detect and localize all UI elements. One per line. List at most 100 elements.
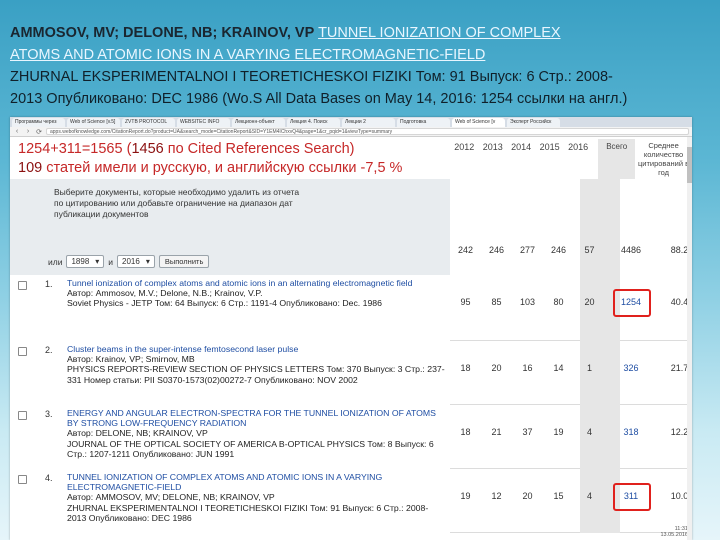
year-count: 4	[586, 491, 592, 501]
average-citations: 40.45	[670, 297, 692, 307]
scrollbar-thumb[interactable]	[687, 147, 692, 183]
year-count: 1	[586, 363, 592, 373]
browser-tabbar: Программы через Web of Science [v.5] ZVT…	[10, 117, 692, 127]
browser-tab[interactable]: Лекция 4. Поиск	[287, 118, 340, 127]
citation-report: 1254+311=1565 (1456 по Cited References …	[10, 137, 692, 540]
record-checkbox[interactable]	[18, 347, 27, 356]
total-year-value: 57	[584, 245, 595, 255]
record-stats: 95 85 103 80 20 1254 40.45	[450, 275, 692, 341]
totals-values: 242 246 277 246 57 4486 88.20	[450, 245, 692, 255]
note-text: 1254+311=1565 (	[18, 141, 132, 157]
browser-tab-active[interactable]: Web of Science [v	[452, 118, 505, 127]
record-values: 19 12 20 15 4 311 10.03	[450, 483, 692, 511]
forward-arrow-icon[interactable]: ›	[24, 128, 32, 135]
record-checkbox[interactable]	[18, 281, 27, 290]
average-citations: 10.03	[670, 491, 692, 501]
browser-tab[interactable]: Лекционн-объект	[232, 118, 285, 127]
record-row: 4. TUNNEL IONIZATION OF COMPLEX ATOMS AN…	[10, 469, 692, 533]
browser-tab[interactable]: Web of Science [v.5]	[67, 118, 120, 127]
year-header: 2014	[511, 142, 532, 152]
browser-tab[interactable]: Эксперт Российск	[507, 118, 560, 127]
browser-tab[interactable]: Лекции 2	[342, 118, 395, 127]
record-number: 1.	[45, 279, 53, 289]
browser-screenshot: Программы через Web of Science [v.5] ZVT…	[10, 117, 692, 540]
browser-tab[interactable]: Программы через	[12, 118, 65, 127]
total-citations-link[interactable]: 318	[611, 427, 651, 437]
year-count: 4	[586, 427, 592, 437]
record-author: Автор: DELONE, NB; KRAINOV, VP	[67, 428, 208, 439]
record-body: Cluster beams in the super-intense femto…	[67, 344, 447, 385]
reload-icon[interactable]: ⟳	[35, 128, 43, 136]
total-citations-link-highlighted[interactable]: 1254	[611, 289, 651, 317]
address-bar: ‹ › ⟳ apps.webofknowledge.com/CitationRe…	[10, 127, 692, 137]
total-column-bg	[580, 405, 620, 469]
record-number: 2.	[45, 345, 53, 355]
note-text: по Cited References Search)	[163, 141, 355, 157]
article-title-link-cont[interactable]: ATOMS AND ATOMIC IONS IN A VARYING ELECT…	[10, 47, 485, 63]
record-title-link[interactable]: Cluster beams in the super-intense femto…	[67, 344, 447, 354]
record-title-link[interactable]: Tunnel ionization of complex atoms and a…	[67, 278, 447, 288]
total-year-value: 242	[457, 245, 474, 255]
journal-line-2: 2013 Опубликовано: DEC 1986 (Wo.S All Da…	[10, 91, 628, 107]
record-stats: 18 21 37 19 4 318 12.23	[450, 405, 692, 469]
year-count: 18	[460, 363, 471, 373]
to-label: и	[108, 256, 114, 267]
note-line-1: 1254+311=1565 (1456 по Cited References …	[18, 140, 450, 159]
clock-date: 13.05.2016	[660, 532, 688, 538]
total-year-value: 246	[488, 245, 505, 255]
date-range-controls: или 1898 ▾ и 2016 ▾ Выполнить	[48, 255, 210, 268]
record-values: 95 85 103 80 20 1254 40.45	[450, 289, 692, 317]
from-label: или	[48, 256, 63, 267]
record-source: ZHURNAL EKSPERIMENTALNOI I TEORETICHESKO…	[67, 502, 429, 523]
year-header: 2013	[482, 142, 503, 152]
record-author: Автор: Ammosov, M.V.; Delone, N.B.; Krai…	[67, 288, 263, 299]
record-info: 1. Tunnel ionization of complex atoms an…	[10, 275, 450, 341]
record-body: ENERGY AND ANGULAR ELECTRON-SPECTRA FOR …	[67, 408, 447, 459]
record-title-link[interactable]: TUNNEL IONIZATION OF COMPLEX ATOMS AND A…	[67, 472, 447, 492]
article-title-link[interactable]: TUNNEL IONIZATION OF COMPLEX	[318, 25, 561, 41]
scrollbar[interactable]	[687, 137, 692, 540]
annotation-note: 1254+311=1565 (1456 по Cited References …	[10, 137, 450, 179]
year-count: 20	[522, 491, 533, 501]
record-body: TUNNEL IONIZATION OF COMPLEX ATOMS AND A…	[67, 472, 447, 523]
note-text: статей имели и русскую, и английскую ссы…	[42, 160, 403, 176]
year-header: 2016	[568, 142, 589, 152]
record-info: 4. TUNNEL IONIZATION OF COMPLEX ATOMS AN…	[10, 469, 450, 533]
chevron-down-icon: ▾	[145, 257, 150, 266]
total-header: Всего	[598, 139, 636, 179]
to-year-select[interactable]: 2016 ▾	[117, 255, 155, 268]
record-source: JOURNAL OF THE OPTICAL SOCIETY OF AMERIC…	[67, 438, 434, 459]
records-list: 1. Tunnel ionization of complex atoms an…	[10, 275, 692, 533]
total-citations-link-highlighted[interactable]: 311	[611, 483, 651, 511]
year-count: 18	[460, 427, 471, 437]
record-checkbox[interactable]	[18, 411, 27, 420]
record-title-link[interactable]: ENERGY AND ANGULAR ELECTRON-SPECTRA FOR …	[67, 408, 447, 428]
execute-button[interactable]: Выполнить	[158, 255, 210, 268]
total-year-value: 246	[550, 245, 567, 255]
record-number: 3.	[45, 409, 53, 419]
url-field[interactable]: apps.webofknowledge.com/CitationReport.d…	[46, 128, 689, 135]
record-checkbox[interactable]	[18, 475, 27, 484]
year-count: 15	[553, 491, 564, 501]
record-stats: 18 20 16 14 1 326 21.73	[450, 341, 692, 405]
browser-tab[interactable]: Подготовка	[397, 118, 450, 127]
record-author: Автор: AMMOSOV, MV; DELONE, NB; KRAINOV,…	[67, 492, 275, 503]
record-author: Автор: Krainov, VP; Smirnov, MB	[67, 354, 195, 365]
record-values: 18 20 16 14 1 326 21.73	[450, 363, 692, 373]
header-line-1: AMMOSOV, MV; DELONE, NB; KRAINOV, VP TUN…	[10, 22, 710, 44]
grand-total: 4486	[620, 245, 642, 255]
average-citations: 21.73	[670, 363, 692, 373]
total-column-bg	[580, 179, 620, 275]
from-year-select[interactable]: 1898 ▾	[66, 255, 105, 268]
note-line-2: 109 статей имели и русскую, и английскую…	[18, 159, 450, 178]
back-arrow-icon[interactable]: ‹	[13, 128, 21, 135]
record-source: Soviet Physics - JETP Том: 64 Выпуск: 6 …	[67, 298, 382, 309]
total-citations-link[interactable]: 326	[611, 363, 651, 373]
year-count: 20	[491, 363, 502, 373]
browser-tab[interactable]: WEBSITEС INFO	[177, 118, 230, 127]
browser-tab[interactable]: ZVTB PROTOCOL	[122, 118, 175, 127]
total-year-value: 277	[519, 245, 536, 255]
clock-stamp: 11:31 13.05.2016	[660, 526, 688, 538]
record-values: 18 21 37 19 4 318 12.23	[450, 427, 692, 437]
year-count: 95	[460, 297, 471, 307]
